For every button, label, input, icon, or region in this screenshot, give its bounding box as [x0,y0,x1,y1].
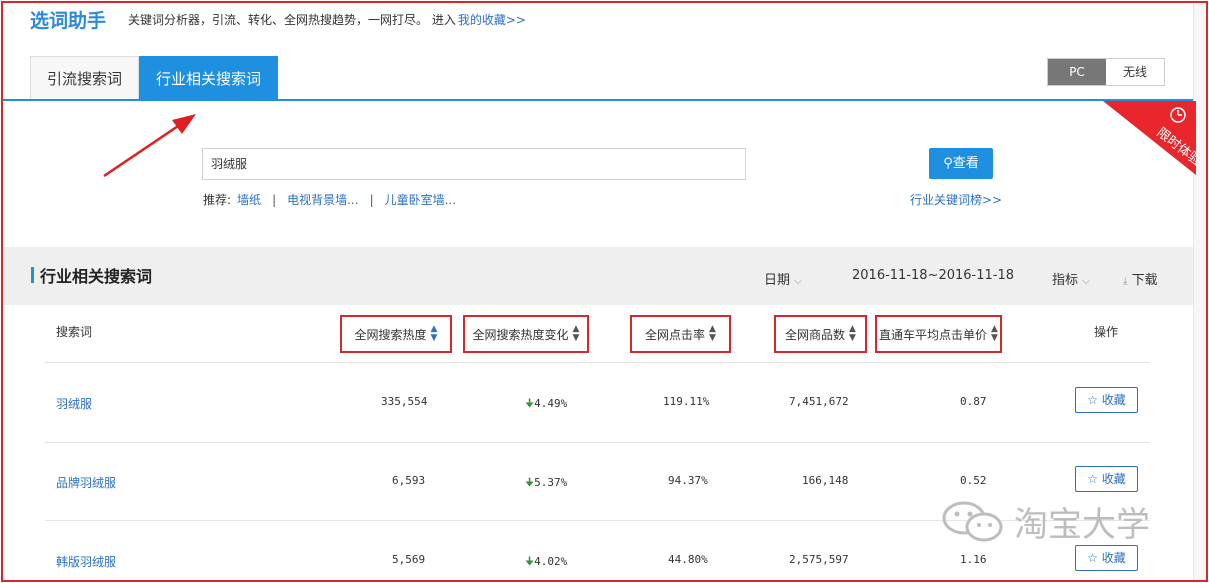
heat-change-value: 🠋4.49% [525,397,568,410]
search-button[interactable]: ⚲查看 [929,148,993,179]
arrow-down-icon: 🠋 [525,476,535,489]
favorite-button[interactable]: ☆ 收藏 [1075,466,1138,492]
heat-value: 5,569 [392,553,426,566]
tab-underline [3,99,1193,101]
recommendations: 推荐: 墙纸 | 电视背景墙... | 儿童卧室墙... [203,191,456,208]
wechat-icon [942,501,1003,541]
cpc-value: 0.87 [960,395,987,408]
col-products-header[interactable]: 全网商品数 ▲ ▼ [774,315,867,353]
col-ctr-header[interactable]: 全网点击率 ▲ ▼ [630,315,731,353]
sort-icon: ▲ ▼ [709,324,716,343]
heat-value: 335,554 [381,395,428,408]
favorite-button[interactable]: ☆ 收藏 [1075,387,1138,413]
wireless-button[interactable]: 无线 [1106,59,1164,85]
sort-icon: ▲ ▼ [849,324,856,343]
star-icon: ☆ [1087,393,1098,407]
cpc-value: 1.16 [960,553,987,566]
divider [45,362,1150,363]
chevron-down-icon: ⌵ [794,276,802,287]
separator: | [272,192,277,207]
industry-rank-link[interactable]: 行业关键词榜>> [910,191,1002,208]
chevron-down-icon: ⌵ [1082,276,1090,287]
table-row: 羽绒服 335,554 🠋4.49% 119.11% 7,451,672 0.8… [0,395,1209,415]
metric-dropdown[interactable]: 指标 ⌵ [1052,269,1090,288]
tab-bar: 引流搜索词 行业相关搜索词 [30,56,279,100]
recommend-item[interactable]: 墙纸 [237,191,261,208]
col-cpc-header[interactable]: 直通车平均点击单价 ▲ ▼ [875,315,1002,353]
arrow-down-icon: 🠋 [525,397,535,410]
keyword-link[interactable]: 韩版羽绒服 [56,553,116,570]
sort-icon: ▲ ▼ [430,324,438,343]
heat-value: 6,593 [392,474,426,487]
search-input[interactable]: 羽绒服 [202,148,746,180]
section-header: 行业相关搜索词 日期 ⌵ 2016-11-18~2016-11-18 指标 ⌵ … [3,247,1193,305]
sort-icon: ▲ ▼ [572,324,580,343]
section-accent-bar [31,267,34,283]
search-icon: ⚲ [943,156,953,171]
date-range: 2016-11-18~2016-11-18 [852,268,1014,283]
table-row: 韩版羽绒服 5,569 🠋4.02% 44.80% 2,575,597 1.16 [0,553,1209,573]
section-title: 行业相关搜索词 [40,267,153,286]
star-icon: ☆ [1087,551,1098,565]
products-value: 2,575,597 [789,553,849,566]
download-icon: ⤓ [1123,276,1128,287]
heat-change-value: 🠋5.37% [525,476,568,489]
trial-ribbon: 限时体验 [1103,101,1196,175]
ctr-value: 94.37% [668,474,708,487]
col-heat-header[interactable]: 全网搜索热度 ▲ ▼ [340,315,452,353]
watermark-text: 淘宝大学 [1014,505,1150,545]
products-value: 166,148 [802,474,849,487]
watermark: 淘宝大学 [940,497,1150,546]
pc-button[interactable]: PC [1048,59,1106,85]
heat-change-value: 🠋4.02% [525,555,568,568]
star-icon: ☆ [1087,472,1098,486]
col-keyword-header: 搜索词 [56,325,93,339]
ctr-value: 119.11% [663,395,710,408]
date-dropdown[interactable]: 日期 ⌵ [764,269,802,288]
col-action-header: 操作 [1094,325,1119,339]
cpc-value: 0.52 [960,474,987,487]
keyword-link[interactable]: 品牌羽绒服 [56,474,116,491]
device-toggle: PC 无线 [1047,58,1165,86]
top-bar: 选词助手 关键词分析器，引流、转化、全网热搜趋势，一网打尽。 进入 我的收藏>> [30,5,526,33]
app-title: 选词助手 [30,9,107,32]
divider [45,442,1150,443]
favorites-link[interactable]: 我的收藏>> [458,11,526,28]
ctr-value: 44.80% [668,553,708,566]
sort-icon: ▲ ▼ [991,324,998,343]
tab-industry-keywords[interactable]: 行业相关搜索词 [139,56,279,100]
col-heat-change-header[interactable]: 全网搜索热度变化 ▲ ▼ [463,315,589,353]
annotation-arrow-icon [103,114,196,178]
recommend-label: 推荐: [203,193,232,207]
table-row: 品牌羽绒服 6,593 🠋5.37% 94.37% 166,148 0.52 [0,474,1209,494]
app-description: 关键词分析器，引流、转化、全网热搜趋势，一网打尽。 进入 [128,12,456,27]
tab-traffic-keywords[interactable]: 引流搜索词 [30,56,140,100]
keyword-link[interactable]: 羽绒服 [56,395,92,412]
search-button-label: 查看 [952,156,979,171]
separator: | [369,192,374,207]
products-value: 7,451,672 [789,395,849,408]
recommend-item[interactable]: 电视背景墙... [287,191,358,208]
arrow-down-icon: 🠋 [525,555,535,568]
favorite-button[interactable]: ☆ 收藏 [1075,545,1138,571]
download-button[interactable]: ⤓ 下载 [1123,269,1158,288]
recommend-item[interactable]: 儿童卧室墙... [385,191,456,208]
